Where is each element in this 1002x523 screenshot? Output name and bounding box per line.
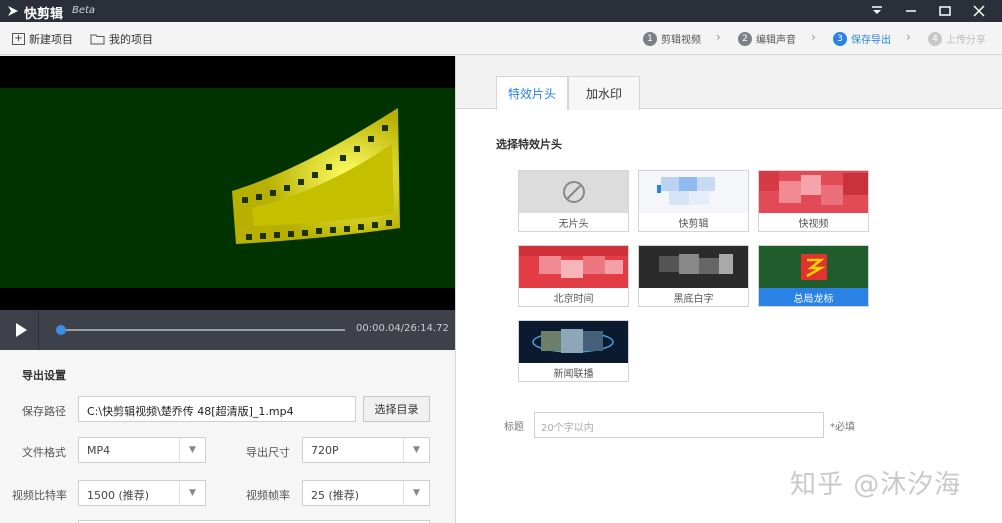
section-title: 选择特效片头 (496, 138, 562, 151)
intro-thumbnail (532, 329, 614, 353)
step-4[interactable]: 4 上传分享 (928, 31, 986, 46)
size-label: 导出尺寸 (246, 446, 290, 459)
save-path-label: 保存路径 (22, 405, 66, 418)
intro-card-kuaishipin[interactable]: 快视频 (758, 170, 869, 232)
plus-box-icon: + (12, 33, 25, 45)
save-path-field[interactable]: C:\快剪辑视频\楚乔传 48[超清版]_1.mp4 (78, 396, 356, 422)
app-beta-label: Beta (72, 5, 96, 16)
intro-card-label: 新闻联播 (519, 363, 628, 381)
tab-intro-effects[interactable]: 特效片头 (496, 76, 568, 110)
required-note: *必填 (830, 422, 855, 433)
choose-directory-button[interactable]: 选择目录 (363, 396, 430, 422)
intro-card-black-white-text[interactable]: 黑底白字 (638, 245, 749, 307)
intro-card-label: 总局龙标 (759, 288, 868, 306)
dragon-logo-icon (801, 254, 827, 280)
step-3[interactable]: 3 保存导出 (833, 31, 891, 46)
chevron-right-icon: › (716, 30, 721, 44)
intro-card-label: 快剪辑 (639, 213, 748, 231)
divider (38, 310, 39, 350)
framerate-label: 视频帧率 (246, 489, 290, 502)
progress-track[interactable] (60, 329, 345, 331)
no-entry-icon (563, 181, 585, 203)
progress-thumb[interactable] (56, 325, 66, 335)
size-select[interactable]: 720P ▼ (302, 437, 430, 463)
chevron-right-icon: › (811, 30, 816, 44)
intro-card-none[interactable]: 无片头 (518, 170, 629, 232)
folder-icon (90, 34, 105, 45)
my-projects-label: 我的项目 (109, 33, 153, 46)
title-label: 标题 (504, 422, 524, 433)
bitrate-label: 视频比特率 (12, 489, 67, 502)
intro-card-news[interactable]: 新闻联播 (518, 320, 629, 382)
right-panel: 特效片头 加水印 选择特效片头 无片头 快剪辑 快视频 北京时间 黑底白字 总局… (455, 56, 1002, 523)
dropdown-icon[interactable] (862, 0, 892, 22)
step-1-label: 剪辑视频 (661, 35, 701, 46)
intro-thumbnail (659, 254, 733, 274)
intro-thumbnail (657, 177, 715, 205)
tab-watermark[interactable]: 加水印 (568, 76, 640, 110)
title-bar: 快剪辑 Beta (0, 0, 1002, 22)
play-icon[interactable] (14, 322, 28, 338)
format-value: MP4 (87, 444, 111, 457)
new-project-label: 新建项目 (29, 33, 73, 46)
video-preview[interactable] (0, 56, 455, 310)
chevron-down-icon: ▼ (179, 481, 205, 505)
minimize-icon[interactable] (896, 0, 926, 22)
close-icon[interactable] (964, 0, 994, 22)
intro-thumbnail (519, 246, 628, 278)
chevron-right-icon: › (906, 30, 911, 44)
tab-bar: 特效片头 加水印 (456, 56, 1002, 110)
app-title: 快剪辑 (24, 7, 64, 22)
intro-card-label: 快视频 (759, 213, 868, 231)
framerate-value: 25 (推荐) (311, 489, 360, 502)
chevron-down-icon: ▼ (403, 481, 429, 505)
bitrate-value: 1500 (推荐) (87, 489, 150, 502)
intro-card-beijing-time[interactable]: 北京时间 (518, 245, 629, 307)
logo-icon (8, 6, 18, 16)
intro-card-label: 无片头 (519, 213, 628, 231)
time-readout: 00:00.04/26:14.72 (356, 323, 449, 334)
export-heading: 导出设置 (22, 369, 66, 382)
format-label: 文件格式 (22, 446, 66, 459)
film-intro-frame (0, 56, 455, 310)
intro-card-label: 黑底白字 (639, 288, 748, 306)
size-value: 720P (311, 444, 339, 457)
intro-card-label: 北京时间 (519, 288, 628, 306)
step-3-label: 保存导出 (851, 35, 891, 46)
intro-thumbnail (759, 171, 868, 205)
my-projects-button[interactable]: 我的项目 (90, 31, 153, 47)
chevron-down-icon: ▼ (403, 438, 429, 462)
new-project-button[interactable]: + 新建项目 (12, 31, 73, 47)
toolbar: + 新建项目 我的项目 1 剪辑视频 › 2 编辑声音 › 3 保存导出 › 4… (0, 22, 1002, 55)
export-settings: 导出设置 保存路径 C:\快剪辑视频\楚乔传 48[超清版]_1.mp4 选择目… (0, 350, 455, 523)
title-input[interactable]: 20个字以内 (534, 412, 824, 438)
maximize-icon[interactable] (930, 0, 960, 22)
intro-card-dragon-logo[interactable]: 总局龙标 (758, 245, 869, 307)
step-1[interactable]: 1 剪辑视频 (643, 31, 701, 46)
bitrate-select[interactable]: 1500 (推荐) ▼ (78, 480, 206, 506)
intro-card-kuaijianji[interactable]: 快剪辑 (638, 170, 749, 232)
step-2[interactable]: 2 编辑声音 (738, 31, 796, 46)
player-controls: 00:00.04/26:14.72 (0, 310, 455, 350)
step-4-label: 上传分享 (946, 35, 986, 46)
format-select[interactable]: MP4 ▼ (78, 437, 206, 463)
framerate-select[interactable]: 25 (推荐) ▼ (302, 480, 430, 506)
step-2-label: 编辑声音 (756, 35, 796, 46)
watermark-text: 知乎 @沐汐海 (790, 470, 962, 500)
chevron-down-icon: ▼ (179, 438, 205, 462)
